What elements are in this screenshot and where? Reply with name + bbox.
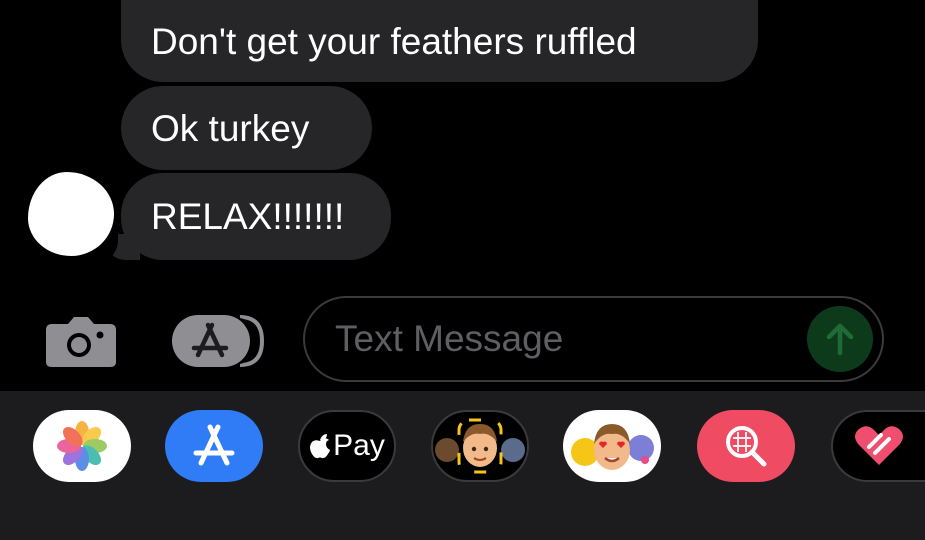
memoji-icon bbox=[435, 418, 525, 474]
message-input[interactable] bbox=[335, 298, 795, 380]
message-text: Don't get your feathers ruffled bbox=[151, 20, 637, 62]
digital-touch-button[interactable] bbox=[831, 410, 925, 482]
camera-button[interactable] bbox=[44, 314, 118, 368]
apple-pay-button[interactable]: Pay bbox=[298, 410, 396, 482]
contact-avatar[interactable] bbox=[28, 172, 114, 256]
camera-icon bbox=[46, 317, 116, 367]
app-store-icon bbox=[193, 424, 235, 466]
send-button[interactable] bbox=[807, 306, 873, 372]
photos-icon bbox=[57, 421, 107, 471]
apple-pay-label: Pay bbox=[333, 429, 385, 462]
message-bubble[interactable]: Ok turkey bbox=[121, 86, 372, 170]
message-bubble[interactable]: Don't get your feathers ruffled bbox=[121, 0, 758, 82]
memoji-app-button[interactable] bbox=[431, 410, 529, 482]
message-bubble[interactable]: RELAX!!!!!!! bbox=[121, 173, 391, 260]
memoji-stickers-icon bbox=[571, 424, 654, 470]
memoji-stickers-button[interactable] bbox=[563, 410, 661, 482]
app-drawer: Pay bbox=[0, 391, 925, 540]
digital-touch-icon bbox=[855, 426, 903, 465]
photos-app-button[interactable] bbox=[33, 410, 131, 482]
message-text: Ok turkey bbox=[151, 107, 310, 149]
message-input-field[interactable] bbox=[303, 296, 884, 382]
image-search-icon bbox=[726, 426, 767, 467]
message-text: RELAX!!!!!!! bbox=[151, 196, 345, 237]
apple-logo-icon bbox=[310, 434, 331, 459]
app-store-icon bbox=[172, 315, 265, 367]
app-store-button[interactable] bbox=[165, 410, 263, 482]
arrow-up-icon bbox=[826, 323, 854, 356]
image-search-button[interactable] bbox=[697, 410, 795, 482]
apps-button[interactable] bbox=[170, 313, 266, 369]
